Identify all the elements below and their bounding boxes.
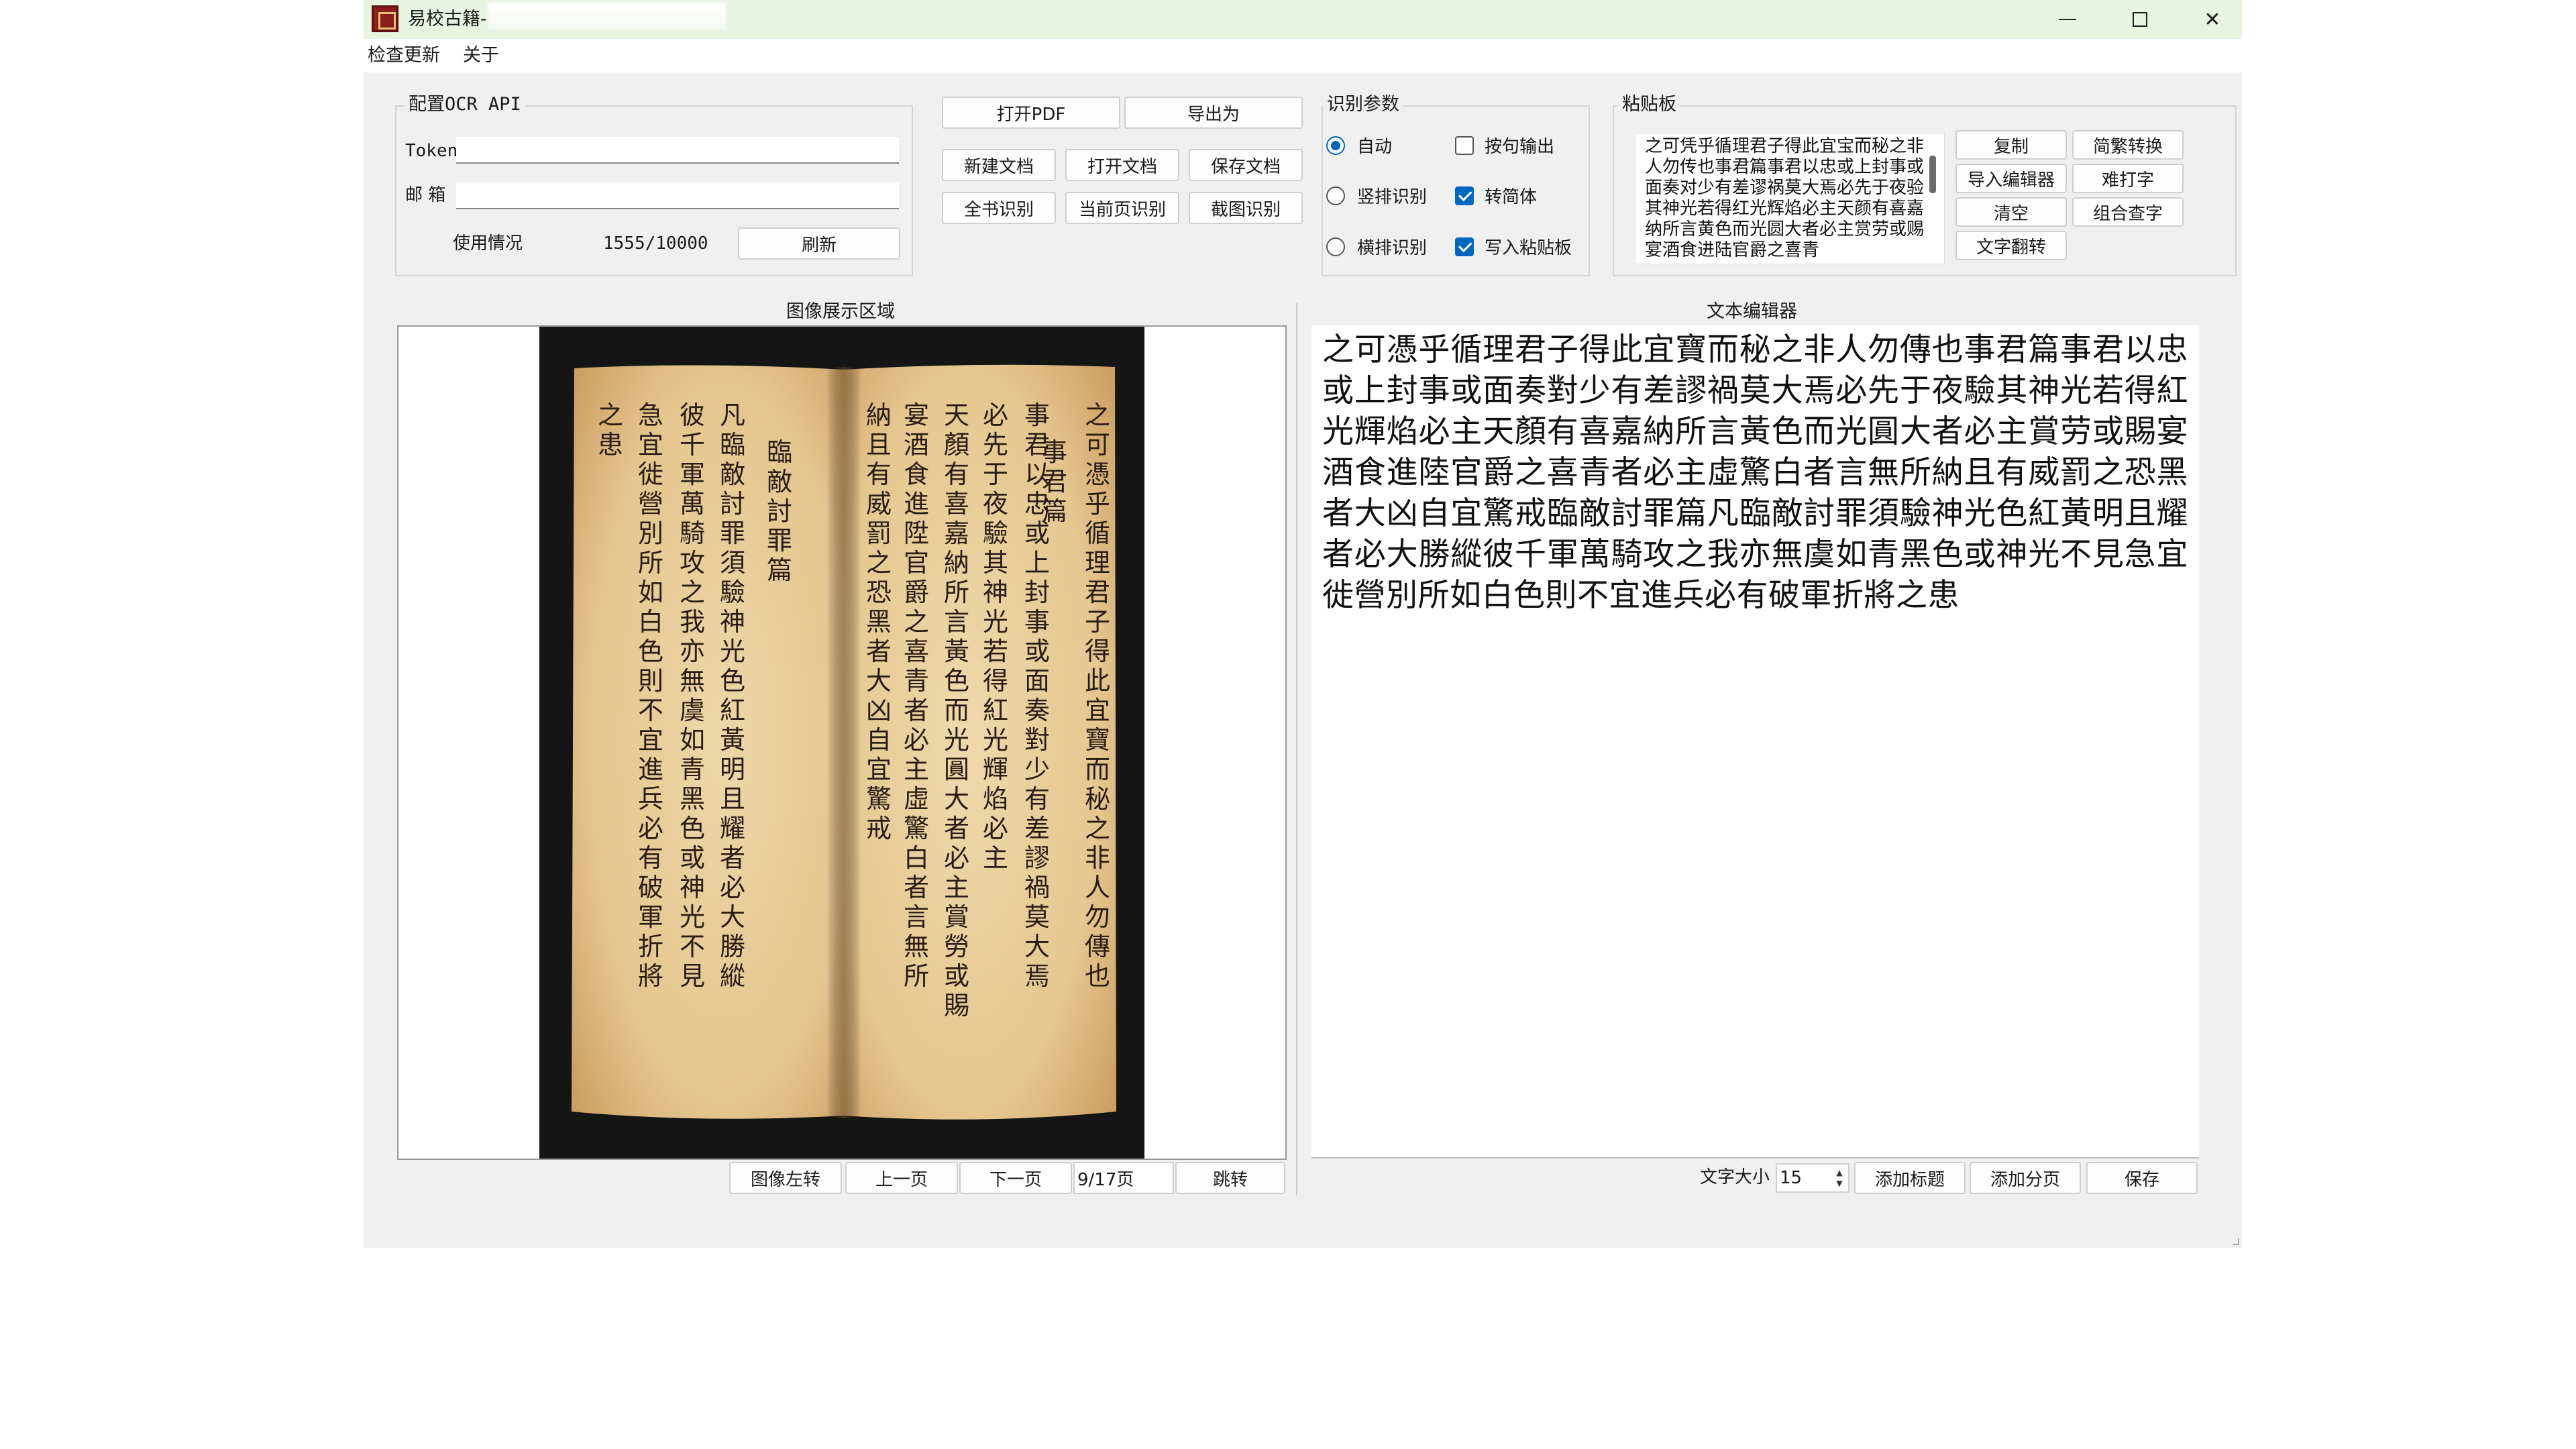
token-input[interactable] <box>456 137 899 164</box>
font-size-spinbox[interactable]: 15 ▲ ▼ <box>1776 1163 1849 1193</box>
import-editor-button[interactable]: 导入编辑器 <box>1955 164 2067 193</box>
clipboard-scrollbar[interactable] <box>1929 156 1936 193</box>
next-page-button[interactable]: 下一页 <box>959 1162 1072 1194</box>
add-page-break-button[interactable]: 添加分页 <box>1970 1162 2081 1194</box>
close-button[interactable]: ✕ <box>2176 0 2249 39</box>
open-doc-button[interactable]: 打开文档 <box>1065 149 1179 181</box>
book-gutter <box>826 367 861 1118</box>
save-button[interactable]: 保存 <box>2086 1162 2198 1194</box>
close-icon: ✕ <box>2204 7 2221 32</box>
book-column-11: 之患 <box>598 400 623 460</box>
spin-arrows-icon[interactable]: ▲ ▼ <box>1832 1166 1847 1190</box>
panel-divider[interactable] <box>1296 303 1297 1195</box>
book-column-5: 宴酒食進陞官爵之喜青者必主虛驚白者言無所 <box>904 400 929 991</box>
clear-button[interactable]: 清空 <box>1955 197 2067 227</box>
clipboard-textarea[interactable]: 之可凭乎循理君子得此宜宝而秘之非人勿传也事君篇事君以忠或上封事或面奏对少有差谬祸… <box>1635 133 1945 264</box>
redacted-title-mask <box>488 3 726 30</box>
image-area-title: 图像展示区域 <box>786 301 895 322</box>
clipboard-title: 粘贴板 <box>1618 93 1680 116</box>
email-input[interactable] <box>456 182 899 209</box>
refresh-button[interactable]: 刷新 <box>738 227 900 260</box>
combine-search-button[interactable]: 组合查字 <box>2072 197 2184 227</box>
checkbox-sentence-label: 按句输出 <box>1485 137 1555 157</box>
radio-auto[interactable]: 自动 <box>1326 133 1392 158</box>
menu-check-update[interactable]: 检查更新 <box>368 44 440 67</box>
maximize-button[interactable] <box>2104 0 2176 39</box>
font-size-value: 15 <box>1780 1168 1803 1188</box>
page-input[interactable]: 9/17页 <box>1073 1162 1174 1194</box>
prev-page-button[interactable]: 上一页 <box>845 1162 958 1194</box>
ocr-all-button[interactable]: 全书识别 <box>942 192 1056 224</box>
left-page <box>572 365 845 1119</box>
radio-vertical-label: 竖排识别 <box>1357 187 1428 207</box>
font-size-label: 文字大小 <box>1700 1167 1770 1187</box>
add-title-button[interactable]: 添加标题 <box>1854 1162 1966 1194</box>
checkbox-write-clipboard[interactable]: 写入粘贴板 <box>1455 234 1572 259</box>
radio-horizontal-indicator <box>1326 237 1345 256</box>
menu-bar: 检查更新 关于 <box>364 39 2242 72</box>
ocr-capture-button[interactable]: 截图识别 <box>1189 192 1303 224</box>
book-column-9: 彼千軍萬騎攻之我亦無虞如青黑色或神光不見 <box>680 400 705 991</box>
checkbox-sentence-indicator <box>1455 136 1474 155</box>
checkbox-clipboard-indicator <box>1455 237 1474 256</box>
minimize-button[interactable] <box>2031 0 2104 39</box>
radio-horizontal-label: 横排识别 <box>1357 238 1428 258</box>
checkbox-simplified[interactable]: 转简体 <box>1455 183 1537 208</box>
radio-auto-indicator <box>1326 136 1345 155</box>
book-column-3: 必先于夜驗其神光若得紅光輝焰必主 <box>983 400 1008 873</box>
image-display-area[interactable]: 之可憑乎循理君子得此宜寶而秘之非人勿傳也 事君篇 事君以忠或上封事或面奏對少有差謬禍… <box>397 325 1287 1160</box>
ocr-config-title: 配置OCR API <box>405 93 525 116</box>
save-doc-button[interactable]: 保存文档 <box>1189 149 1303 181</box>
text-editor[interactable]: 之可憑乎循理君子得此宜寶而秘之非人勿傳也事君篇事君以忠或上封事或面奏對少有差謬禍… <box>1311 325 2199 1159</box>
hard-char-button[interactable]: 难打字 <box>2072 164 2184 193</box>
book-column-0: 之可憑乎循理君子得此宜寶而秘之非人勿傳也 <box>1085 400 1110 991</box>
book-column-6: 納且有威罰之恐黑者大凶自宜驚戒 <box>866 400 892 843</box>
radio-vertical-indicator <box>1326 186 1345 205</box>
new-doc-button[interactable]: 新建文档 <box>942 149 1056 181</box>
params-title: 识别参数 <box>1323 93 1403 116</box>
token-label: Token <box>405 141 458 161</box>
minimize-icon <box>2059 19 2076 20</box>
app-window: 易校古籍- ✕ 检查更新 关于 配置OCR API Token 邮 箱 使用情况… <box>364 0 2242 1248</box>
maximize-icon <box>2133 12 2147 27</box>
checkbox-clipboard-label: 写入粘贴板 <box>1485 238 1572 258</box>
radio-horizontal[interactable]: 横排识别 <box>1326 234 1427 259</box>
checkbox-simplified-label: 转简体 <box>1485 187 1538 207</box>
checkbox-sentence-output[interactable]: 按句输出 <box>1455 133 1554 158</box>
window-title: 易校古籍- <box>408 9 487 30</box>
jump-button[interactable]: 跳转 <box>1175 1162 1285 1194</box>
usage-value: 1555/10000 <box>603 233 708 254</box>
checkbox-simplified-indicator <box>1455 186 1474 205</box>
book-column-2: 事君以忠或上封事或面奏對少有差謬禍莫大焉 <box>1024 400 1050 991</box>
rotate-left-button[interactable]: 图像左转 <box>729 1162 842 1194</box>
resize-grip-icon[interactable] <box>2233 1238 2239 1245</box>
menu-about[interactable]: 关于 <box>463 44 499 67</box>
flip-text-button[interactable]: 文字翻转 <box>1955 231 2067 260</box>
usage-label: 使用情况 <box>453 233 523 254</box>
book-column-4: 天顏有喜嘉納所言黃色而光圓大者必主賞勞或賜 <box>944 400 969 1020</box>
book-column-10: 急宜徙營別所如白色則不宜進兵必有破軍折將 <box>638 400 663 991</box>
radio-vertical[interactable]: 竖排识别 <box>1326 183 1427 208</box>
export-as-button[interactable]: 导出为 <box>1124 97 1303 129</box>
book-column-8: 凡臨敵討罪須驗神光色紅黃明且耀者必大勝縱 <box>720 400 745 991</box>
book-scan-image: 之可憑乎循理君子得此宜寶而秘之非人勿傳也事君篇事君以忠或上封事或面奏對少有差謬禍… <box>539 327 1144 1159</box>
title-bar: 易校古籍- ✕ <box>364 0 2242 39</box>
email-label: 邮 箱 <box>405 185 446 205</box>
app-logo-icon <box>372 5 398 32</box>
convert-button[interactable]: 简繁转换 <box>2072 130 2184 160</box>
radio-auto-label: 自动 <box>1357 137 1393 157</box>
copy-button[interactable]: 复制 <box>1955 130 2067 160</box>
editor-title: 文本编辑器 <box>1707 301 1797 322</box>
open-pdf-button[interactable]: 打开PDF <box>942 97 1120 129</box>
ocr-page-button[interactable]: 当前页识别 <box>1065 192 1179 224</box>
book-column-7: 臨敵討罪篇 <box>767 437 792 585</box>
